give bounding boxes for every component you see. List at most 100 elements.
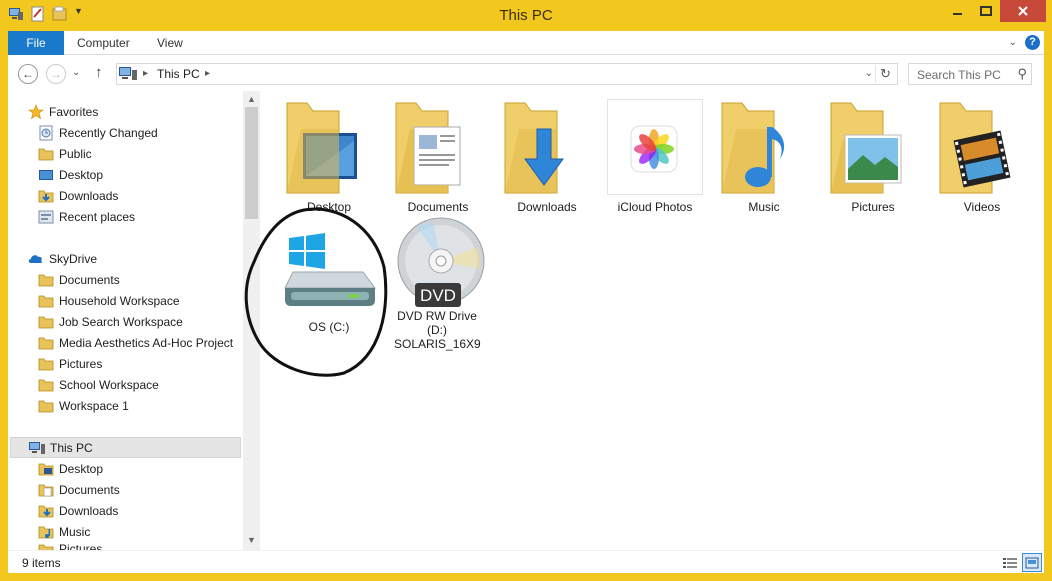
nav-item-pc-pictures[interactable]: Pictures xyxy=(8,542,243,550)
pictures-folder-icon xyxy=(38,542,54,550)
folder-music[interactable]: Music xyxy=(714,99,814,214)
content-pane: Desktop Documents Downloads iCloud Photo… xyxy=(260,91,1044,550)
forward-button[interactable]: → xyxy=(46,64,66,84)
help-icon[interactable]: ? xyxy=(1025,35,1040,50)
nav-item-downloads[interactable]: Downloads xyxy=(8,185,243,206)
dvd-drive-icon: DVD xyxy=(387,217,487,309)
address-dropdown-chevron-icon[interactable]: ⌄ xyxy=(865,68,873,79)
breadcrumb-separator-icon[interactable]: ▸ xyxy=(143,68,148,79)
nav-label: Documents xyxy=(59,272,120,287)
cloud-icon xyxy=(28,251,44,267)
folder-icon xyxy=(38,335,54,351)
expand-ribbon-chevron-icon[interactable]: ⌄ xyxy=(1009,37,1017,48)
folder-icon xyxy=(38,377,54,393)
nav-item-recent-places[interactable]: Recent places xyxy=(8,206,243,227)
maximize-button[interactable] xyxy=(972,0,1000,22)
drive-label: OS (C:) xyxy=(308,320,350,334)
nav-item-recently-changed[interactable]: Recently Changed xyxy=(8,122,243,143)
status-bar: 9 items xyxy=(8,550,1044,573)
nav-label: Documents xyxy=(59,482,120,497)
nav-item-pc-desktop[interactable]: Desktop xyxy=(8,458,243,479)
nav-item-workspace-1[interactable]: Workspace 1 xyxy=(8,395,243,416)
tab-computer[interactable]: Computer xyxy=(77,31,130,55)
downloads-folder-icon xyxy=(38,188,54,204)
folder-label: Videos xyxy=(963,200,1001,214)
search-box[interactable]: Search This PC ⚲ xyxy=(908,63,1032,85)
nav-label: Downloads xyxy=(59,188,119,203)
icloud-photos-icon xyxy=(605,99,705,197)
folder-desktop[interactable]: Desktop xyxy=(279,99,379,214)
drive-d[interactable]: DVD DVD RW Drive (D:) SOLARIS_16X9 xyxy=(382,217,492,351)
search-placeholder[interactable]: Search This PC xyxy=(917,68,1001,82)
explorer-window: ▼ This PC File Computer View ⌄ ? ← → ⌄ ↑ xyxy=(0,0,1052,581)
folder-icon xyxy=(38,272,54,288)
nav-item-skydrive-pictures[interactable]: Pictures xyxy=(8,353,243,374)
nav-label: Media Aesthetics Ad-Hoc Project xyxy=(59,335,234,350)
view-toggle xyxy=(1000,553,1042,572)
nav-item-household-workspace[interactable]: Household Workspace xyxy=(8,290,243,311)
nav-label: Favorites xyxy=(49,104,99,119)
nav-item-media-aesthetics[interactable]: Media Aesthetics Ad-Hoc Project xyxy=(8,332,243,353)
nav-label: SkyDrive xyxy=(49,251,98,266)
desktop-folder-icon xyxy=(38,461,54,477)
nav-label: Workspace 1 xyxy=(59,398,129,413)
nav-item-skydrive-documents[interactable]: Documents xyxy=(8,269,243,290)
scroll-up-icon[interactable]: ▲ xyxy=(243,94,260,104)
dvd-badge-text: DVD xyxy=(420,286,456,305)
breadcrumb-separator-icon[interactable]: ▸ xyxy=(205,68,210,79)
details-view-button[interactable] xyxy=(1000,553,1020,572)
back-arrow-icon: ← xyxy=(22,67,34,81)
large-icons-view-button[interactable] xyxy=(1022,553,1042,572)
nav-label: Pictures xyxy=(59,356,103,371)
folder-label: iCloud Photos xyxy=(617,200,693,214)
address-bar[interactable]: ▸ This PC ▸ ⌄ ↻ xyxy=(116,63,898,85)
ribbon-tabs: File Computer View ⌄ ? xyxy=(8,31,1044,55)
nav-item-school-workspace[interactable]: School Workspace xyxy=(8,374,243,395)
nav-item-desktop[interactable]: Desktop xyxy=(8,164,243,185)
search-icon[interactable]: ⚲ xyxy=(1017,66,1027,82)
breadcrumb-this-pc[interactable]: This PC xyxy=(157,67,200,81)
recent-document-icon xyxy=(38,125,54,141)
folder-icloud-photos[interactable]: iCloud Photos xyxy=(605,99,705,214)
drive-label: DVD RW Drive (D:) SOLARIS_16X9 xyxy=(394,309,481,351)
nav-label: Job Search Workspace xyxy=(59,314,183,329)
nav-item-pc-music[interactable]: Music xyxy=(8,521,243,542)
tab-file[interactable]: File xyxy=(8,31,64,55)
up-button[interactable]: ↑ xyxy=(95,64,103,81)
up-arrow-icon: ↑ xyxy=(95,64,103,81)
nav-item-public[interactable]: Public xyxy=(8,143,243,164)
close-icon xyxy=(1018,6,1028,16)
close-button[interactable] xyxy=(1000,0,1046,22)
scroll-thumb[interactable] xyxy=(245,107,258,219)
folder-videos[interactable]: Videos xyxy=(932,99,1032,214)
recent-places-icon xyxy=(38,209,54,225)
nav-item-pc-downloads[interactable]: Downloads xyxy=(8,500,243,521)
nav-scrollbar[interactable]: ▲ ▼ xyxy=(243,91,260,550)
downloads-folder-icon xyxy=(497,99,597,197)
folder-documents[interactable]: Documents xyxy=(388,99,488,214)
tab-view[interactable]: View xyxy=(157,31,183,55)
folder-pictures[interactable]: Pictures xyxy=(823,99,923,214)
refresh-button[interactable]: ↻ xyxy=(875,65,895,83)
back-button[interactable]: ← xyxy=(18,64,38,84)
nav-item-pc-documents[interactable]: Documents xyxy=(8,479,243,500)
drive-c[interactable]: OS (C:) xyxy=(274,224,384,334)
folder-downloads[interactable]: Downloads xyxy=(497,99,597,214)
navigation-pane: Favorites Recently Changed Public Deskto… xyxy=(8,91,260,550)
scroll-down-icon[interactable]: ▼ xyxy=(243,535,260,545)
nav-skydrive[interactable]: SkyDrive xyxy=(8,248,243,269)
nav-label: Pictures xyxy=(59,542,103,550)
nav-label: Household Workspace xyxy=(59,293,180,308)
nav-favorites[interactable]: Favorites xyxy=(8,101,243,122)
minimize-button[interactable] xyxy=(944,0,972,22)
nav-label: Desktop xyxy=(59,167,104,182)
nav-this-pc[interactable]: This PC xyxy=(10,437,241,458)
nav-label: This PC xyxy=(50,440,93,455)
recent-locations-chevron-icon[interactable]: ⌄ xyxy=(72,67,80,78)
title-bar: ▼ This PC xyxy=(0,0,1052,31)
nav-label: Desktop xyxy=(59,461,104,476)
nav-item-job-search-workspace[interactable]: Job Search Workspace xyxy=(8,311,243,332)
item-count: 9 items xyxy=(22,556,61,570)
refresh-icon: ↻ xyxy=(880,66,891,81)
large-icons-view-icon xyxy=(1025,557,1039,568)
